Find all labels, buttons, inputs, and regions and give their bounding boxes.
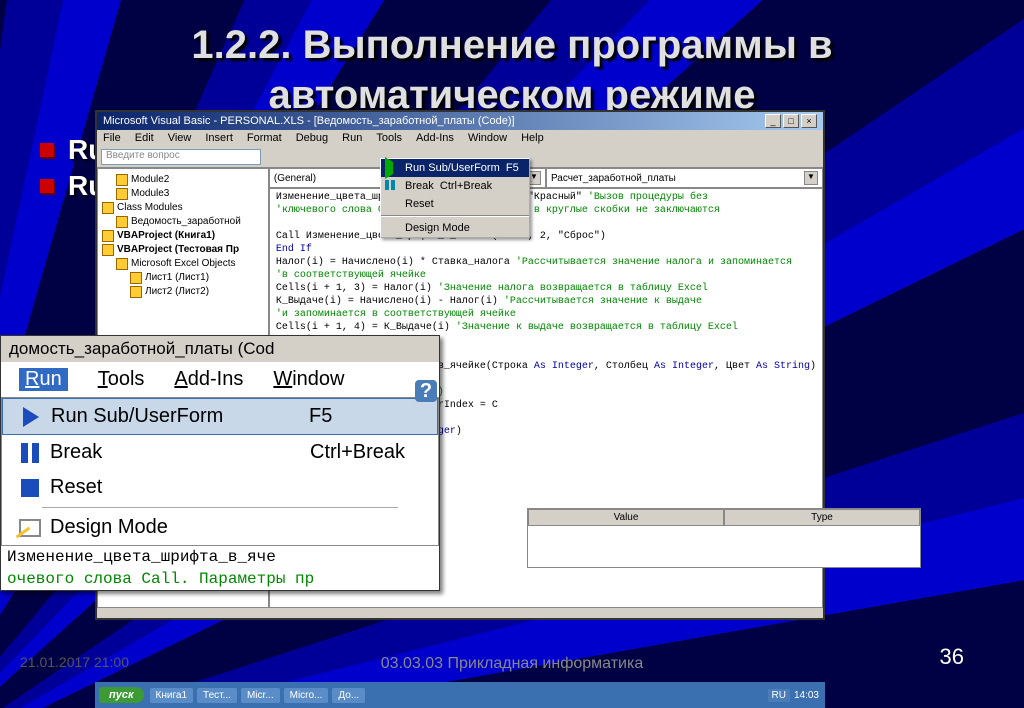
stop-icon <box>21 479 39 497</box>
overlay-code-line-2: очевого слова Call. Параметры пр <box>1 568 439 590</box>
tree-node[interactable]: VBAProject (Тестовая Пр <box>102 243 264 257</box>
sheet-icon <box>130 272 142 284</box>
overlay-dropdown: Run Sub/UserForm F5 Break Ctrl+Break Res… <box>1 397 439 546</box>
overlay-run-subuserform[interactable]: Run Sub/UserForm F5 <box>2 398 438 435</box>
break-item[interactable]: Break Ctrl+Break <box>381 177 529 195</box>
tree-node[interactable]: VBAProject (Книга1) <box>102 229 264 243</box>
bullet-icon <box>40 179 54 193</box>
help-search-input[interactable]: Введите вопрос <box>101 149 261 165</box>
tree-node[interactable]: Ведомость_заработной <box>102 215 264 229</box>
tree-node[interactable]: Module3 <box>102 187 264 201</box>
overlay-break[interactable]: Break Ctrl+Break <box>2 435 438 470</box>
sheet-icon <box>130 286 142 298</box>
overlay-menu-window[interactable]: Window <box>273 368 344 391</box>
overlay-reset[interactable]: Reset <box>2 470 438 505</box>
module-icon <box>116 188 128 200</box>
tree-node[interactable]: Microsoft Excel Objects <box>102 257 264 271</box>
folder-icon <box>116 258 128 270</box>
play-icon <box>23 407 39 427</box>
menu-file[interactable]: File <box>103 132 121 144</box>
vbe-titlebar: Microsoft Visual Basic - PERSONAL.XLS - … <box>97 112 823 130</box>
bullet-icon <box>40 143 54 157</box>
run-dropdown-small: Run Sub/UserForm F5 Break Ctrl+Break Res… <box>380 158 530 238</box>
help-icon[interactable]: ? <box>411 376 441 406</box>
project-icon <box>102 230 114 242</box>
close-button[interactable]: × <box>801 114 817 128</box>
task-item[interactable]: Книга1 <box>150 688 193 703</box>
pause-icon <box>21 443 39 463</box>
start-button[interactable]: пуск <box>99 687 144 703</box>
module-icon <box>116 174 128 186</box>
chevron-down-icon: ▼ <box>804 171 818 185</box>
run-menu-overlay: домость_заработной_платы (Соd Run Tools … <box>0 335 440 591</box>
task-item[interactable]: Micro... <box>284 688 329 703</box>
maximize-button[interactable]: □ <box>783 114 799 128</box>
footer-text: 03.03.03 Прикладная информатика <box>0 655 1024 673</box>
task-item[interactable]: Micr... <box>241 688 280 703</box>
folder-icon <box>102 202 114 214</box>
menu-format[interactable]: Format <box>247 132 282 144</box>
overlay-menu-tools[interactable]: Tools <box>98 368 145 391</box>
play-icon <box>385 157 393 179</box>
menu-tools[interactable]: Tools <box>376 132 402 144</box>
menu-view[interactable]: View <box>168 132 192 144</box>
menu-debug[interactable]: Debug <box>296 132 328 144</box>
clock-text: 14:03 <box>794 690 819 701</box>
menu-addins[interactable]: Add-Ins <box>416 132 454 144</box>
pause-icon <box>385 180 399 194</box>
menu-run[interactable]: Run <box>342 132 362 144</box>
watch-panel: Value Type <box>527 508 921 568</box>
procedure-combo[interactable]: Расчет_заработной_платы▼ <box>546 168 823 188</box>
menu-insert[interactable]: Insert <box>205 132 233 144</box>
taskbar: пуск Книга1 Тест... Micr... Micro... До.… <box>95 682 825 708</box>
tree-node[interactable]: Лист2 (Лист2) <box>102 285 264 299</box>
menu-window[interactable]: Window <box>468 132 507 144</box>
overlay-menubar: Run Tools Add-Ins Window ? <box>1 362 439 397</box>
reset-item[interactable]: Reset <box>381 195 529 213</box>
lang-indicator[interactable]: RU <box>768 689 790 702</box>
run-subuserform-item[interactable]: Run Sub/UserForm F5 <box>381 159 529 177</box>
vbe-title-text: Microsoft Visual Basic - PERSONAL.XLS - … <box>103 115 515 127</box>
overlay-design-mode[interactable]: Design Mode <box>2 510 438 545</box>
watch-col-type: Type <box>724 509 920 526</box>
overlay-titlebar: домость_заработной_платы (Соd <box>1 336 439 362</box>
design-icon <box>19 519 41 537</box>
tree-node[interactable]: Лист1 (Лист1) <box>102 271 264 285</box>
slide-number: 36 <box>940 644 964 670</box>
overlay-menu-addins[interactable]: Add-Ins <box>174 368 243 391</box>
watch-col-value: Value <box>528 509 724 526</box>
task-item[interactable]: До... <box>332 688 365 703</box>
vbe-menubar: File Edit View Insert Format Debug Run T… <box>97 130 823 146</box>
design-mode-item[interactable]: Design Mode <box>381 219 529 237</box>
tree-node[interactable]: Module2 <box>102 173 264 187</box>
module-icon <box>116 216 128 228</box>
system-tray: RU 14:03 <box>762 689 825 702</box>
minimize-button[interactable]: _ <box>765 114 781 128</box>
overlay-menu-run[interactable]: Run <box>19 368 68 391</box>
tree-node[interactable]: Class Modules <box>102 201 264 215</box>
menu-edit[interactable]: Edit <box>135 132 154 144</box>
project-icon <box>102 244 114 256</box>
menu-help[interactable]: Help <box>521 132 544 144</box>
overlay-code-line-1: Изменение_цвета_шрифта_в_яче <box>1 546 439 568</box>
task-item[interactable]: Тест... <box>197 688 237 703</box>
